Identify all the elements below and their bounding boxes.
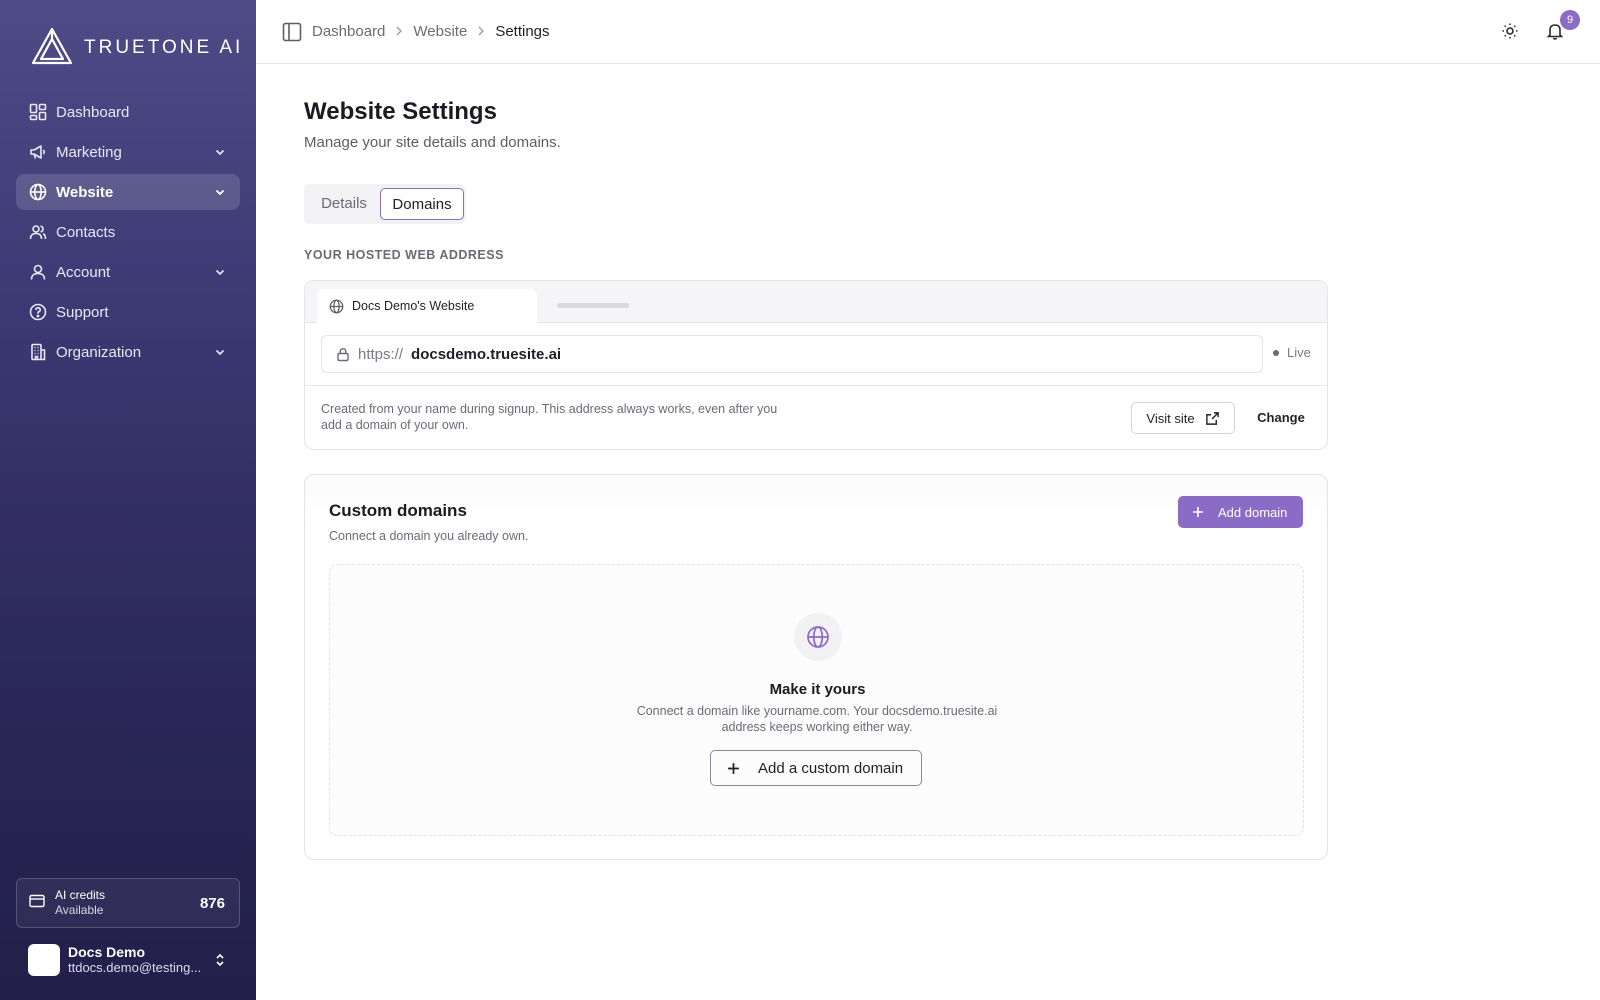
site-tab-label: Docs Demo's Website bbox=[352, 299, 475, 313]
theme-toggle-sun-icon[interactable] bbox=[1501, 22, 1519, 45]
breadcrumb-settings: Settings bbox=[495, 23, 550, 40]
breadcrumb-dashboard[interactable]: Dashboard bbox=[312, 23, 385, 40]
custom-domains-subtitle: Connect a domain you already own. bbox=[329, 529, 529, 543]
chevron-down-icon bbox=[214, 345, 226, 362]
brand-name: TRUETONE AI bbox=[84, 37, 244, 58]
settings-tabs: Details Domains bbox=[304, 184, 466, 224]
sidebar: TRUETONE AI Dashboard Marketing Website bbox=[0, 0, 256, 1000]
avatar bbox=[28, 944, 60, 976]
url-protocol: https:// bbox=[358, 345, 404, 363]
status-dot bbox=[1273, 349, 1279, 356]
help-circle-icon bbox=[28, 302, 48, 322]
notification-count-badge: 9 bbox=[1560, 10, 1580, 30]
empty-state-title: Make it yours bbox=[769, 681, 866, 698]
chevron-right-icon bbox=[477, 24, 485, 39]
plus-icon bbox=[1192, 506, 1204, 518]
sidebar-item-contacts[interactable]: Contacts bbox=[16, 214, 240, 250]
site-tab: Docs Demo's Website bbox=[317, 289, 537, 323]
building-icon bbox=[28, 342, 48, 362]
globe-icon bbox=[28, 182, 48, 202]
chevron-down-icon bbox=[214, 145, 226, 162]
top-header: Dashboard Website Settings 9 bbox=[256, 0, 1600, 64]
user-icon bbox=[28, 262, 48, 282]
brand-logo[interactable]: TRUETONE AI bbox=[30, 26, 244, 71]
custom-domains-card: Custom domains Connect a domain you alre… bbox=[304, 474, 1328, 860]
sidebar-item-label: Dashboard bbox=[56, 103, 130, 121]
custom-domains-title: Custom domains bbox=[329, 501, 467, 520]
sidebar-item-account[interactable]: Account bbox=[16, 254, 240, 290]
sidebar-toggle-icon[interactable] bbox=[282, 22, 302, 47]
chevron-right-icon bbox=[395, 24, 403, 39]
add-domain-button[interactable]: Add domain bbox=[1178, 496, 1303, 528]
breadcrumb-website[interactable]: Website bbox=[413, 23, 467, 40]
placeholder-tab bbox=[557, 303, 629, 308]
add-custom-domain-button[interactable]: Add a custom domain bbox=[710, 750, 922, 786]
sidebar-item-label: Contacts bbox=[56, 223, 116, 241]
users-icon bbox=[28, 222, 48, 242]
hosted-url-field: https:// docsdemo.truesite.ai bbox=[321, 335, 1263, 373]
dashboard-grid-icon bbox=[28, 102, 48, 122]
hosted-address-card: Docs Demo's Website https:// docsdemo.tr… bbox=[304, 280, 1328, 450]
visit-site-button[interactable]: Visit site bbox=[1131, 402, 1235, 434]
change-address-button[interactable]: Change bbox=[1247, 402, 1315, 434]
chevron-down-icon bbox=[214, 265, 226, 282]
breadcrumb: Dashboard Website Settings bbox=[312, 23, 550, 40]
credit-card-icon bbox=[29, 894, 45, 913]
sidebar-item-label: Website bbox=[56, 183, 114, 201]
chevron-down-icon bbox=[214, 185, 226, 202]
truetone-logo-icon bbox=[30, 26, 74, 71]
plus-icon bbox=[727, 762, 740, 775]
sidebar-item-organization[interactable]: Organization bbox=[16, 334, 240, 370]
globe-icon bbox=[794, 613, 842, 661]
lock-icon bbox=[336, 347, 350, 362]
chevrons-up-down-icon bbox=[214, 952, 226, 973]
page-subtitle: Manage your site details and domains. bbox=[304, 134, 561, 151]
megaphone-icon bbox=[28, 142, 48, 162]
tab-details[interactable]: Details bbox=[308, 188, 380, 220]
divider bbox=[305, 385, 1327, 386]
url-domain: docsdemo.truesite.ai bbox=[411, 345, 562, 363]
user-name: Docs Demo bbox=[68, 944, 146, 960]
sidebar-item-website[interactable]: Website bbox=[16, 174, 240, 210]
page-title: Website Settings bbox=[304, 98, 497, 125]
sidebar-item-support[interactable]: Support bbox=[16, 294, 240, 330]
sidebar-nav: Dashboard Marketing Website Contacts Acc… bbox=[16, 94, 240, 374]
ai-credits-card[interactable]: AI credits Available 876 bbox=[16, 878, 240, 928]
user-menu[interactable]: Docs Demo ttdocs.demo@testing... bbox=[28, 942, 240, 978]
empty-state-description: Connect a domain like yourname.com. Your… bbox=[636, 704, 998, 734]
globe-icon bbox=[329, 299, 344, 314]
browser-tab-bar: Docs Demo's Website bbox=[305, 281, 1327, 323]
hosted-note: Created from your name during signup. Th… bbox=[321, 402, 778, 432]
sidebar-item-dashboard[interactable]: Dashboard bbox=[16, 94, 240, 130]
external-link-icon bbox=[1205, 411, 1220, 426]
sidebar-item-label: Marketing bbox=[56, 143, 122, 161]
empty-state: Make it yours Connect a domain like your… bbox=[329, 564, 1304, 836]
visit-site-label: Visit site bbox=[1146, 410, 1195, 426]
sidebar-item-marketing[interactable]: Marketing bbox=[16, 134, 240, 170]
status-label: Live bbox=[1287, 345, 1311, 360]
add-custom-domain-label: Add a custom domain bbox=[758, 759, 904, 777]
add-domain-label: Add domain bbox=[1218, 504, 1288, 520]
credits-title: AI credits bbox=[55, 888, 106, 902]
sidebar-item-label: Organization bbox=[56, 343, 142, 361]
status-badge: Live bbox=[1273, 345, 1311, 360]
tab-domains[interactable]: Domains bbox=[380, 188, 464, 220]
sidebar-item-label: Account bbox=[56, 263, 111, 281]
hosted-section-label: YOUR HOSTED WEB ADDRESS bbox=[304, 248, 504, 262]
sidebar-item-label: Support bbox=[56, 303, 109, 321]
credits-subtitle: Available bbox=[55, 903, 104, 917]
user-email: ttdocs.demo@testing... bbox=[68, 960, 202, 975]
credits-value: 876 bbox=[199, 895, 225, 912]
